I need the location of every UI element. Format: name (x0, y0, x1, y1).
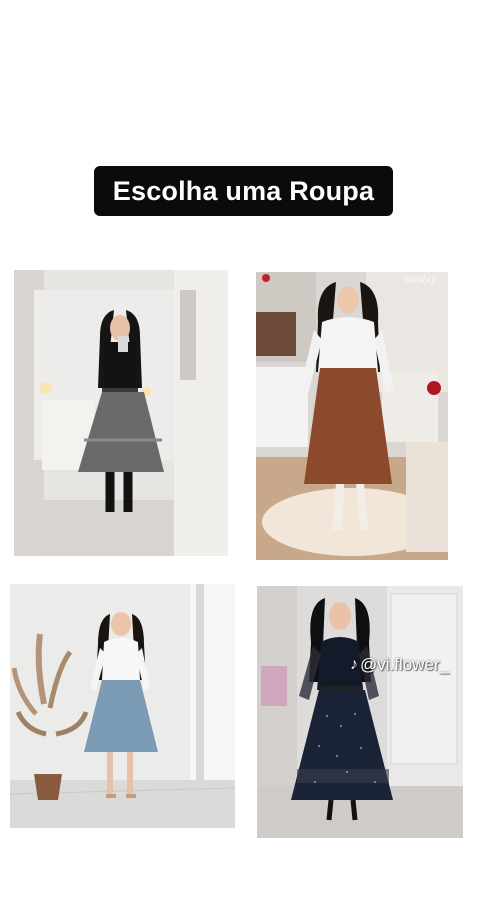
outfit-photo-4-image (257, 586, 463, 838)
page-title: Escolha uma Roupa (94, 166, 393, 216)
photo-signature: sunday (404, 275, 437, 285)
outfit-photo-3-image (10, 584, 235, 828)
tiktok-icon: ♪ (350, 656, 358, 673)
outfit-photo-2[interactable]: sunday (256, 272, 448, 560)
outfit-photo-4[interactable] (257, 586, 463, 838)
outfit-photo-2-image: sunday (256, 272, 448, 560)
outfit-photo-3[interactable] (10, 584, 235, 828)
tiktok-watermark: ♪ @vi.flower_ (350, 655, 449, 675)
watermark-handle: @vi.flower_ (360, 655, 450, 674)
page-title-text: Escolha uma Roupa (112, 175, 375, 206)
outfit-photo-1-image (14, 270, 228, 556)
outfit-photo-1[interactable] (14, 270, 228, 556)
